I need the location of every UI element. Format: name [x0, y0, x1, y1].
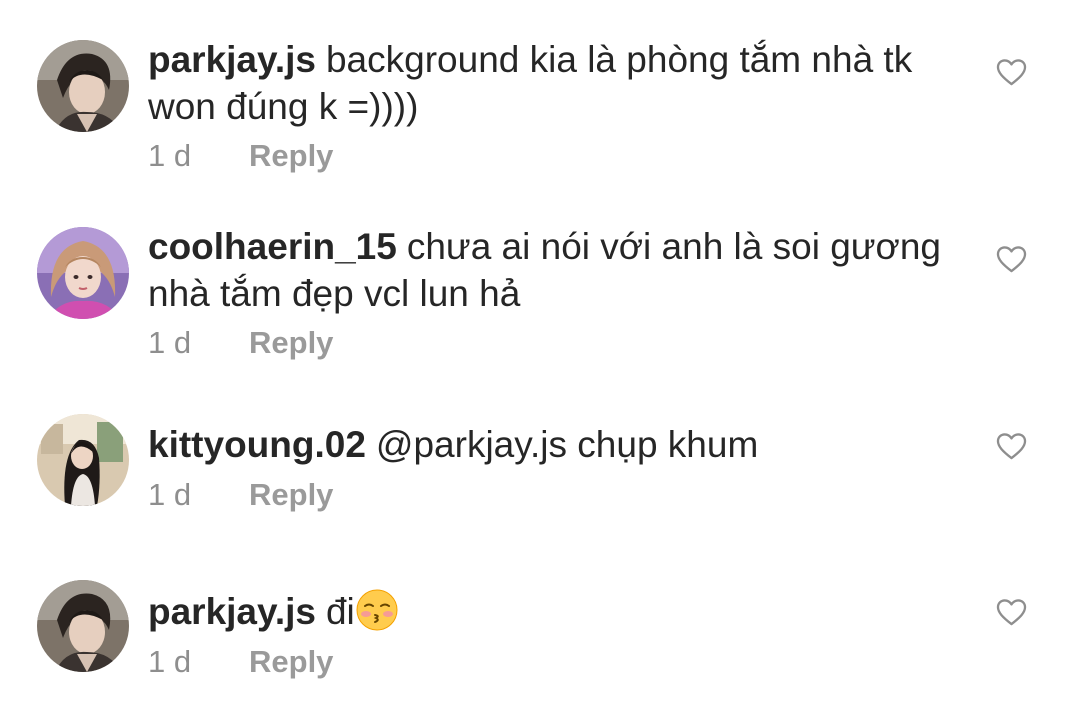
comment-time: 1 d: [148, 477, 192, 512]
reply-button[interactable]: Reply: [249, 325, 333, 361]
comment-username[interactable]: parkjay.js: [148, 39, 316, 80]
comment-meta: 1 d Reply: [148, 325, 333, 361]
comment-time: 1 d: [148, 644, 192, 679]
profile-photo-icon: [37, 40, 129, 132]
heart-outline-icon[interactable]: [996, 58, 1027, 87]
comment-text: kittyoung.02 @parkjay.js chụp khum: [148, 421, 948, 468]
avatar[interactable]: [37, 227, 129, 319]
comment-username[interactable]: coolhaerin_15: [148, 226, 397, 267]
profile-photo-icon: [37, 414, 129, 506]
comment-body: đi: [325, 591, 355, 632]
comment-meta: 1 d Reply: [148, 644, 333, 680]
comment-text: coolhaerin_15 chưa ai nói với anh là soi …: [148, 223, 948, 317]
comment-time: 1 d: [148, 138, 192, 173]
comment-body: @parkjay.js chụp khum: [375, 424, 759, 465]
avatar[interactable]: [37, 414, 129, 506]
comment-meta: 1 d Reply: [148, 477, 333, 513]
comment-time: 1 d: [148, 325, 192, 360]
comment-text: parkjay.js đi: [148, 588, 948, 635]
comment-meta: 1 d Reply: [148, 138, 333, 174]
heart-outline-icon[interactable]: [996, 245, 1027, 274]
reply-button[interactable]: Reply: [249, 138, 333, 174]
avatar[interactable]: [37, 580, 129, 672]
avatar[interactable]: [37, 40, 129, 132]
profile-photo-icon: [37, 580, 129, 672]
comment-text: parkjay.js background kia là phòng tắm nh…: [148, 36, 948, 130]
comment-username[interactable]: parkjay.js: [148, 591, 316, 632]
heart-outline-icon[interactable]: [996, 598, 1027, 627]
reply-button[interactable]: Reply: [249, 644, 333, 680]
comment-username[interactable]: kittyoung.02: [148, 424, 366, 465]
profile-photo-icon: [37, 227, 129, 319]
kissing-face-emoji-icon: [356, 589, 398, 631]
heart-outline-icon[interactable]: [996, 432, 1027, 461]
reply-button[interactable]: Reply: [249, 477, 333, 513]
